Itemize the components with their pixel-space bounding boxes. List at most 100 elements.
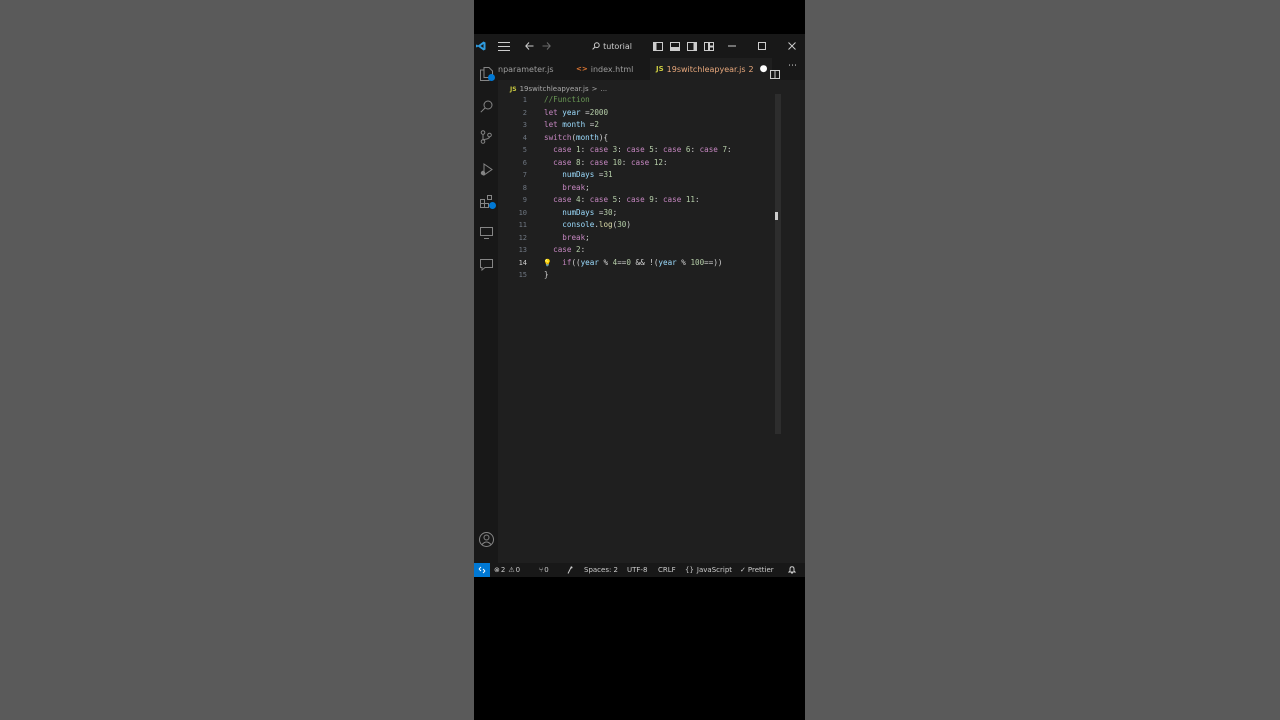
code-line[interactable]: 13 case 2: [498,244,768,257]
customize-layout-icon[interactable] [702,34,716,58]
code-line[interactable]: 6 case 8: case 10: case 12: [498,157,768,170]
run-debug-icon[interactable] [474,157,498,181]
code-line[interactable]: 1 //Function [498,94,768,107]
code-line[interactable]: 9 case 4: case 5: case 9: case 11: [498,194,768,207]
js-file-icon: JS [656,65,664,73]
more-actions-icon[interactable]: ⋯ [788,61,797,71]
code-line[interactable]: 7 numDays =31 [498,169,768,182]
code-line[interactable]: 12 break; [498,232,768,245]
line-number: 13 [518,246,527,254]
close-icon[interactable] [784,34,800,58]
html-file-icon: <> [576,65,588,73]
remote-explorer-icon[interactable] [474,221,498,245]
code-text: let year =2000 [544,107,609,117]
warning-count: 0 [515,566,521,574]
code-text: //Function [544,95,590,104]
code-text: numDays =31 [562,170,613,179]
chat-icon[interactable] [474,253,498,277]
search-sidebar-icon[interactable] [474,94,498,118]
code-text: break; [562,182,590,192]
code-line[interactable]: 11 console.log(30) [498,219,768,232]
notifications-bell-icon[interactable] [788,563,796,577]
git-icon[interactable] [567,563,573,577]
breadcrumb-separator: > [591,85,598,93]
line-number: 12 [518,233,527,242]
code-text: case 2: [553,245,586,254]
line-number: 2 [522,108,527,117]
code-line[interactable]: 8 break; [498,182,768,195]
phone-frame: tutorial nparameter.js <> index.html JS … [474,0,805,720]
code-text: numDays =30; [562,207,618,217]
line-number: 5 [522,146,527,154]
ports-icon: ⑂ [539,566,544,574]
forward-arrow-icon[interactable] [538,34,554,58]
source-control-icon[interactable] [474,125,498,149]
line-number: 8 [522,183,527,192]
code-text: case 8: case 10: case 12: [553,157,668,167]
account-icon[interactable] [474,527,498,551]
code-line[interactable]: 10 numDays =30; [498,207,768,220]
line-number: 9 [522,196,527,204]
command-center-search[interactable]: tutorial [561,38,663,54]
prettier-status[interactable]: ✓ Prettier [740,563,774,577]
code-text: let month =2 [544,120,599,129]
editor-scrollbar[interactable] [775,94,781,434]
split-editor-icon[interactable] [770,64,780,83]
line-number: 4 [522,133,527,142]
language-mode[interactable]: {} JavaScript [685,563,732,577]
breadcrumb-more[interactable]: ... [600,85,607,93]
tab-nparameter[interactable]: nparameter.js [498,58,570,80]
code-line[interactable]: 4 switch(month){ [498,132,768,145]
tab-index-html[interactable]: <> index.html [576,58,648,80]
toggle-panel-icon[interactable] [668,34,682,58]
scrollbar-cursor-marker [775,212,778,220]
toggle-secondary-sidebar-icon[interactable] [685,34,699,58]
code-line[interactable]: 5 case 1: case 3: case 5: case 6: case 7… [498,144,768,157]
checkmark-icon: ✓ [740,566,746,574]
code-line[interactable]: 15} [498,269,768,282]
indentation-spaces[interactable]: Spaces: 2 [584,563,618,577]
encoding[interactable]: UTF-8 [627,563,647,577]
explorer-badge [488,74,495,81]
extensions-icon[interactable] [474,189,498,213]
code-line[interactable]: 2 let year =2000 [498,107,768,120]
tab-19switchleapyear[interactable]: JS 19switchleapyear.js 2 ● [650,58,772,80]
code-text: } [544,270,549,279]
breadcrumb-file[interactable]: 19switchleapyear.js [520,85,589,93]
prettier-label: Prettier [747,566,774,574]
language-label: JavaScript [696,566,733,574]
line-number: 15 [518,271,527,279]
lightbulb-icon[interactable]: 💡 [543,257,552,270]
problems-indicator[interactable]: ⊗ 2 ⚠ 0 [494,563,520,577]
line-number: 3 [522,121,527,129]
line-number: 6 [522,158,527,167]
line-number: 1 [522,96,527,104]
error-count: 2 [500,566,506,574]
code-text: if((year % 4==0 && !(year % 100==)) [562,257,723,267]
code-line[interactable]: 3 let month =2 [498,119,768,132]
line-number: 14 [518,258,527,267]
explorer-icon[interactable] [474,62,498,86]
braces-icon: {} [685,566,694,574]
tab-label: 19switchleapyear.js [666,64,746,74]
ports-indicator[interactable]: ⑂ 0 [539,563,549,577]
search-icon [592,42,600,50]
line-ending[interactable]: CRLF [658,563,676,577]
toggle-primary-sidebar-icon[interactable] [651,34,665,58]
code-editor[interactable]: 1 //Function 2 let year =2000 3 let month =2 4… [498,94,805,569]
code-text: break; [562,232,590,242]
error-icon: ⊗ [494,566,500,574]
unsaved-dot-icon[interactable]: ● [760,64,768,74]
remote-indicator-icon[interactable] [474,563,490,577]
minimize-icon[interactable] [724,34,740,58]
title-bar: tutorial [474,34,805,58]
maximize-icon[interactable] [754,34,770,58]
code-line[interactable]: 14 if((year % 4==0 && !(year % 100==)) 💡 [498,257,768,270]
back-arrow-icon[interactable] [521,34,537,58]
menu-icon[interactable] [494,34,514,58]
warning-icon: ⚠ [508,566,515,574]
code-text: console.log(30) [562,220,631,229]
tab-label: index.html [590,64,634,74]
vscode-window: tutorial nparameter.js <> index.html JS … [474,34,805,577]
code-text: case 1: case 3: case 5: case 6: case 7: [553,145,732,154]
